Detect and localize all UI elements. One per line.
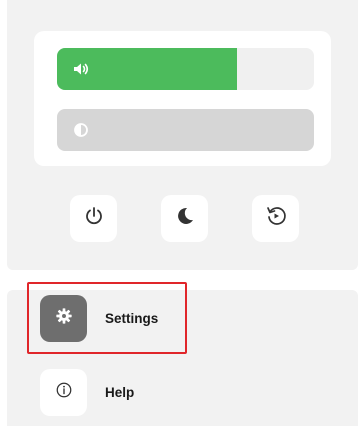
brightness-slider[interactable] [57,109,314,151]
power-button[interactable] [70,195,117,242]
moon-icon [174,205,196,232]
settings-tile [40,294,87,342]
gear-icon [55,307,73,330]
sleep-button[interactable] [161,195,208,242]
restart-button[interactable] [252,195,299,242]
help-tile [40,368,87,416]
contrast-icon [72,121,90,139]
power-icon [83,205,105,232]
slider-card [34,31,331,166]
info-icon [55,381,73,404]
settings-menu-item[interactable]: Settings [27,282,187,354]
restart-icon [265,205,287,232]
help-menu-item[interactable]: Help [27,356,187,428]
volume-slider[interactable] [57,48,314,90]
help-label: Help [105,384,135,400]
speaker-icon [72,60,90,78]
settings-label: Settings [105,310,159,326]
